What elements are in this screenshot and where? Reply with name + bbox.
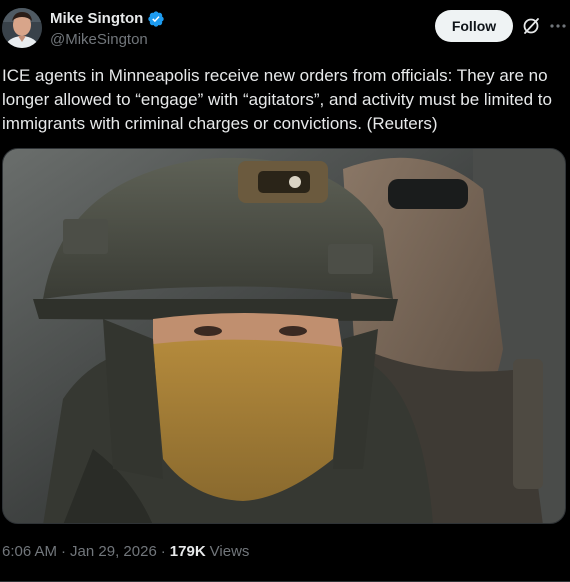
follow-button[interactable]: Follow (435, 10, 513, 42)
author-name-row: Mike Sington (50, 10, 165, 28)
post-time[interactable]: 6:06 AM (2, 543, 57, 561)
author-handle[interactable]: @MikeSington (50, 31, 148, 49)
separator: · (61, 543, 67, 560)
tweet-meta: 6:06 AM · Jan 29, 2026 · 179K Views (2, 543, 249, 561)
tweet: Mike Sington @MikeSington Follow ICE age… (0, 0, 570, 582)
photo-image (3, 149, 565, 523)
author-display-name[interactable]: Mike Sington (50, 10, 143, 28)
verified-badge-icon (147, 10, 165, 28)
more-icon[interactable] (548, 16, 568, 36)
grok-icon[interactable] (521, 16, 541, 36)
tweet-media-photo[interactable] (2, 148, 566, 524)
avatar[interactable] (2, 8, 42, 48)
views-count[interactable]: 179K (170, 543, 206, 561)
post-date[interactable]: Jan 29, 2026 (70, 543, 157, 561)
avatar-image (2, 8, 42, 48)
tweet-text: ICE agents in Minneapolis receive new or… (2, 66, 552, 133)
views-label: Views (209, 543, 250, 560)
separator: · (160, 543, 166, 560)
